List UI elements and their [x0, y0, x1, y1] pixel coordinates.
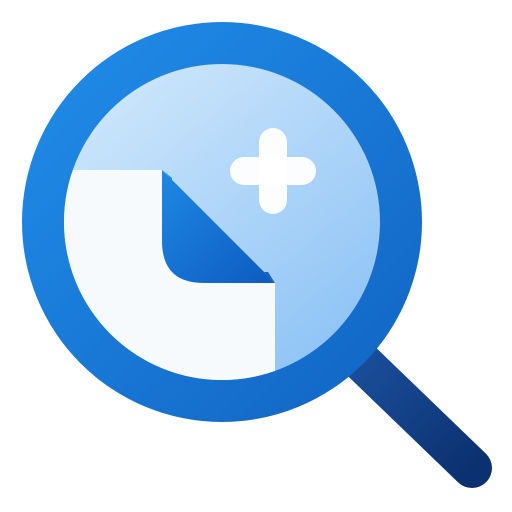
magnifier-handle — [340, 340, 492, 488]
app-icon — [0, 0, 512, 512]
magnifier-new-document-icon — [22, 22, 492, 488]
